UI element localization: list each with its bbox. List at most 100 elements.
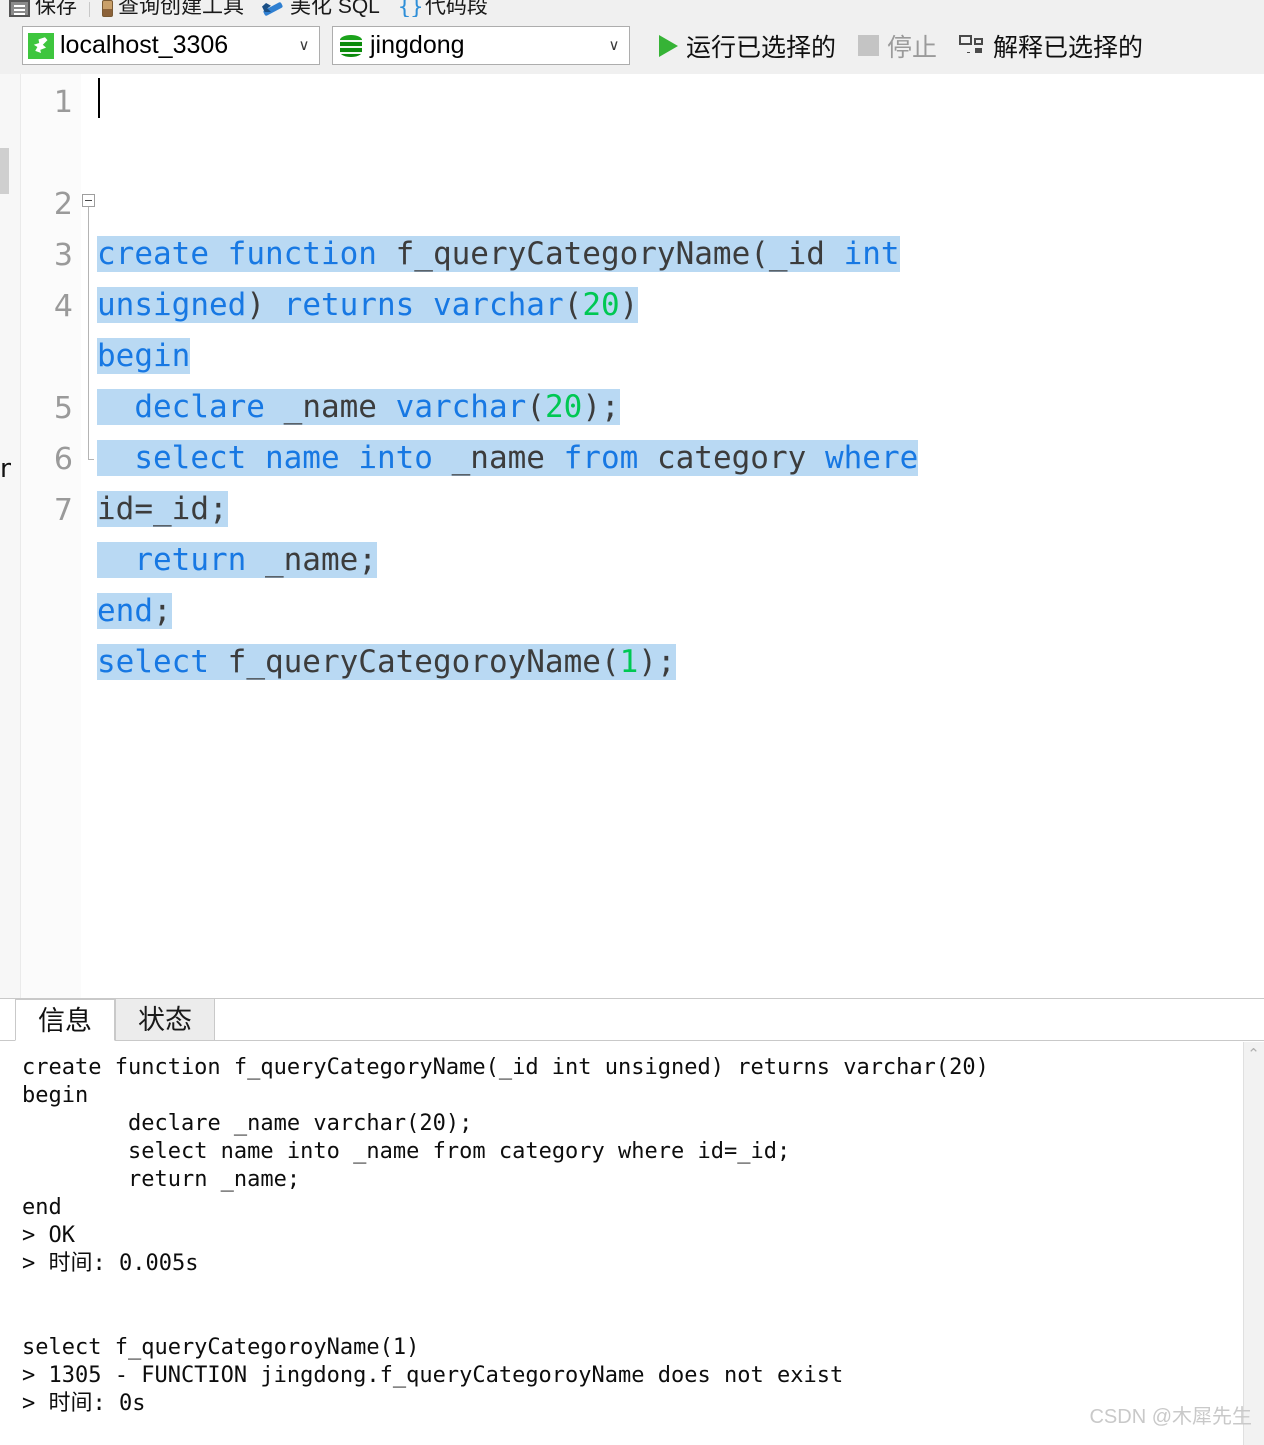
code-token: varchar: [395, 389, 527, 425]
toolbar-snippet-label: 代码段: [424, 0, 488, 17]
database-select[interactable]: jingdong ∨: [332, 26, 630, 65]
code-selection: end;: [97, 593, 172, 629]
code-token: select: [134, 440, 247, 476]
code-fold-rail[interactable]: [81, 74, 97, 998]
code-selection: declare _name varchar(20);: [97, 389, 620, 425]
console-output: create function f_queryCategoryName(_id …: [22, 1055, 989, 1416]
explain-selected-button[interactable]: 解释已选择的: [948, 25, 1154, 66]
tab-status[interactable]: 状态: [115, 998, 215, 1040]
connection-select[interactable]: localhost_3306 ∨: [22, 26, 320, 65]
code-selection: create function f_queryCategoryName(_id …: [97, 236, 900, 272]
code-token: f_queryCategoryName: [395, 236, 751, 272]
toolbar-button-beautify-sql[interactable]: 美化 SQL: [253, 0, 389, 17]
code-token: int: [843, 236, 900, 272]
line-number: 6: [53, 442, 73, 477]
beautify-icon: [262, 0, 285, 17]
mysql-dolphin-icon: [28, 32, 54, 59]
code-line: declare _name varchar(20);: [97, 382, 1264, 433]
code-selection: begin: [97, 338, 191, 374]
code-fold-toggle[interactable]: [82, 194, 95, 207]
code-token: _name: [451, 440, 545, 476]
connection-select-value: localhost_3306: [60, 31, 229, 59]
code-token: into: [358, 440, 433, 476]
code-token: create: [97, 236, 209, 272]
run-selected-label: 运行已选择的: [686, 33, 837, 62]
line-number: 1: [53, 85, 73, 120]
code-line: begin: [97, 331, 1264, 382]
main-toolbar: 保存 查询创建工具 美化 SQL {} 代码段: [0, 0, 1264, 17]
run-controls: 运行已选择的 停止 解释已选择的: [648, 25, 1154, 66]
code-selection: return _name;: [97, 542, 377, 578]
code-line: select f_queryCategoroyName(1);: [97, 637, 1264, 688]
save-icon: [9, 0, 30, 17]
toolbar-save-label: 保存: [35, 0, 77, 17]
editor-left-rail: [0, 74, 21, 998]
connection-bar: localhost_3306 ∨ jingdong ∨ 运行已选择的 停止 解释…: [0, 17, 1264, 74]
stop-label: 停止: [887, 33, 938, 62]
code-line: return _name;: [97, 535, 1264, 586]
code-token: function: [227, 236, 377, 272]
code-token: ): [619, 287, 639, 323]
code-token: category: [656, 440, 807, 476]
line-number: 2: [53, 187, 73, 222]
code-token: end: [97, 593, 153, 629]
code-token: f_queryCategoroyName: [227, 644, 601, 680]
database-select-value: jingdong: [370, 31, 465, 59]
code-selection: select f_queryCategoroyName(1);: [97, 644, 676, 680]
code-area[interactable]: create function f_queryCategoryName(_id …: [97, 74, 1264, 998]
play-icon: [659, 34, 678, 57]
code-line: end;: [97, 586, 1264, 637]
code-fold-line: [88, 207, 89, 459]
code-token: begin: [97, 338, 191, 374]
code-fold-end: [88, 459, 94, 460]
toolbar-beautify-label: 美化 SQL: [290, 0, 380, 17]
tab-status-label: 状态: [138, 1005, 192, 1035]
clipped-sidebar-artifact: n: [0, 456, 11, 482]
code-token: (: [750, 236, 769, 272]
code-token: );: [638, 644, 676, 680]
watermark: CSDN @木犀先生: [1089, 1406, 1252, 1428]
chevron-down-icon[interactable]: ∨: [293, 38, 315, 53]
code-token: 20: [544, 389, 583, 425]
code-token: unsigned: [97, 287, 247, 323]
code-token: (: [600, 644, 620, 680]
chevron-down-icon[interactable]: ∨: [603, 38, 625, 53]
code-line: select name into _name from category whe…: [97, 433, 1264, 484]
query-builder-icon: [102, 0, 113, 17]
code-selection: unsigned) returns varchar(20): [97, 287, 639, 323]
run-selected-button[interactable]: 运行已选择的: [648, 25, 847, 66]
code-token: returns: [283, 287, 415, 323]
code-token: _name: [283, 389, 377, 425]
tab-info[interactable]: 信息: [15, 999, 115, 1041]
toolbar-button-query-builder[interactable]: 查询创建工具: [93, 0, 253, 17]
toolbar-button-save[interactable]: 保存: [0, 0, 86, 17]
scroll-up-icon[interactable]: ⌃: [1247, 1047, 1260, 1062]
toolbar-separator: [89, 2, 90, 17]
code-token: select: [97, 644, 209, 680]
console-scrollbar[interactable]: ⌃: [1243, 1042, 1264, 1445]
line-number: 7: [53, 493, 73, 528]
code-line: id=_id;: [97, 484, 1264, 535]
editor-left-scroll-stub: [0, 148, 9, 194]
stop-icon: [858, 35, 880, 56]
code-token: _id: [768, 236, 825, 272]
code-token: where: [824, 440, 919, 476]
sql-editor[interactable]: 1 2 3 4 5 6 7 create function f_queryCategoryN…: [0, 74, 1264, 998]
toolbar-button-snippet[interactable]: {} 代码段: [389, 0, 497, 17]
code-token: name: [264, 440, 340, 476]
text-caret: [98, 78, 100, 118]
code-token: (: [526, 389, 545, 425]
